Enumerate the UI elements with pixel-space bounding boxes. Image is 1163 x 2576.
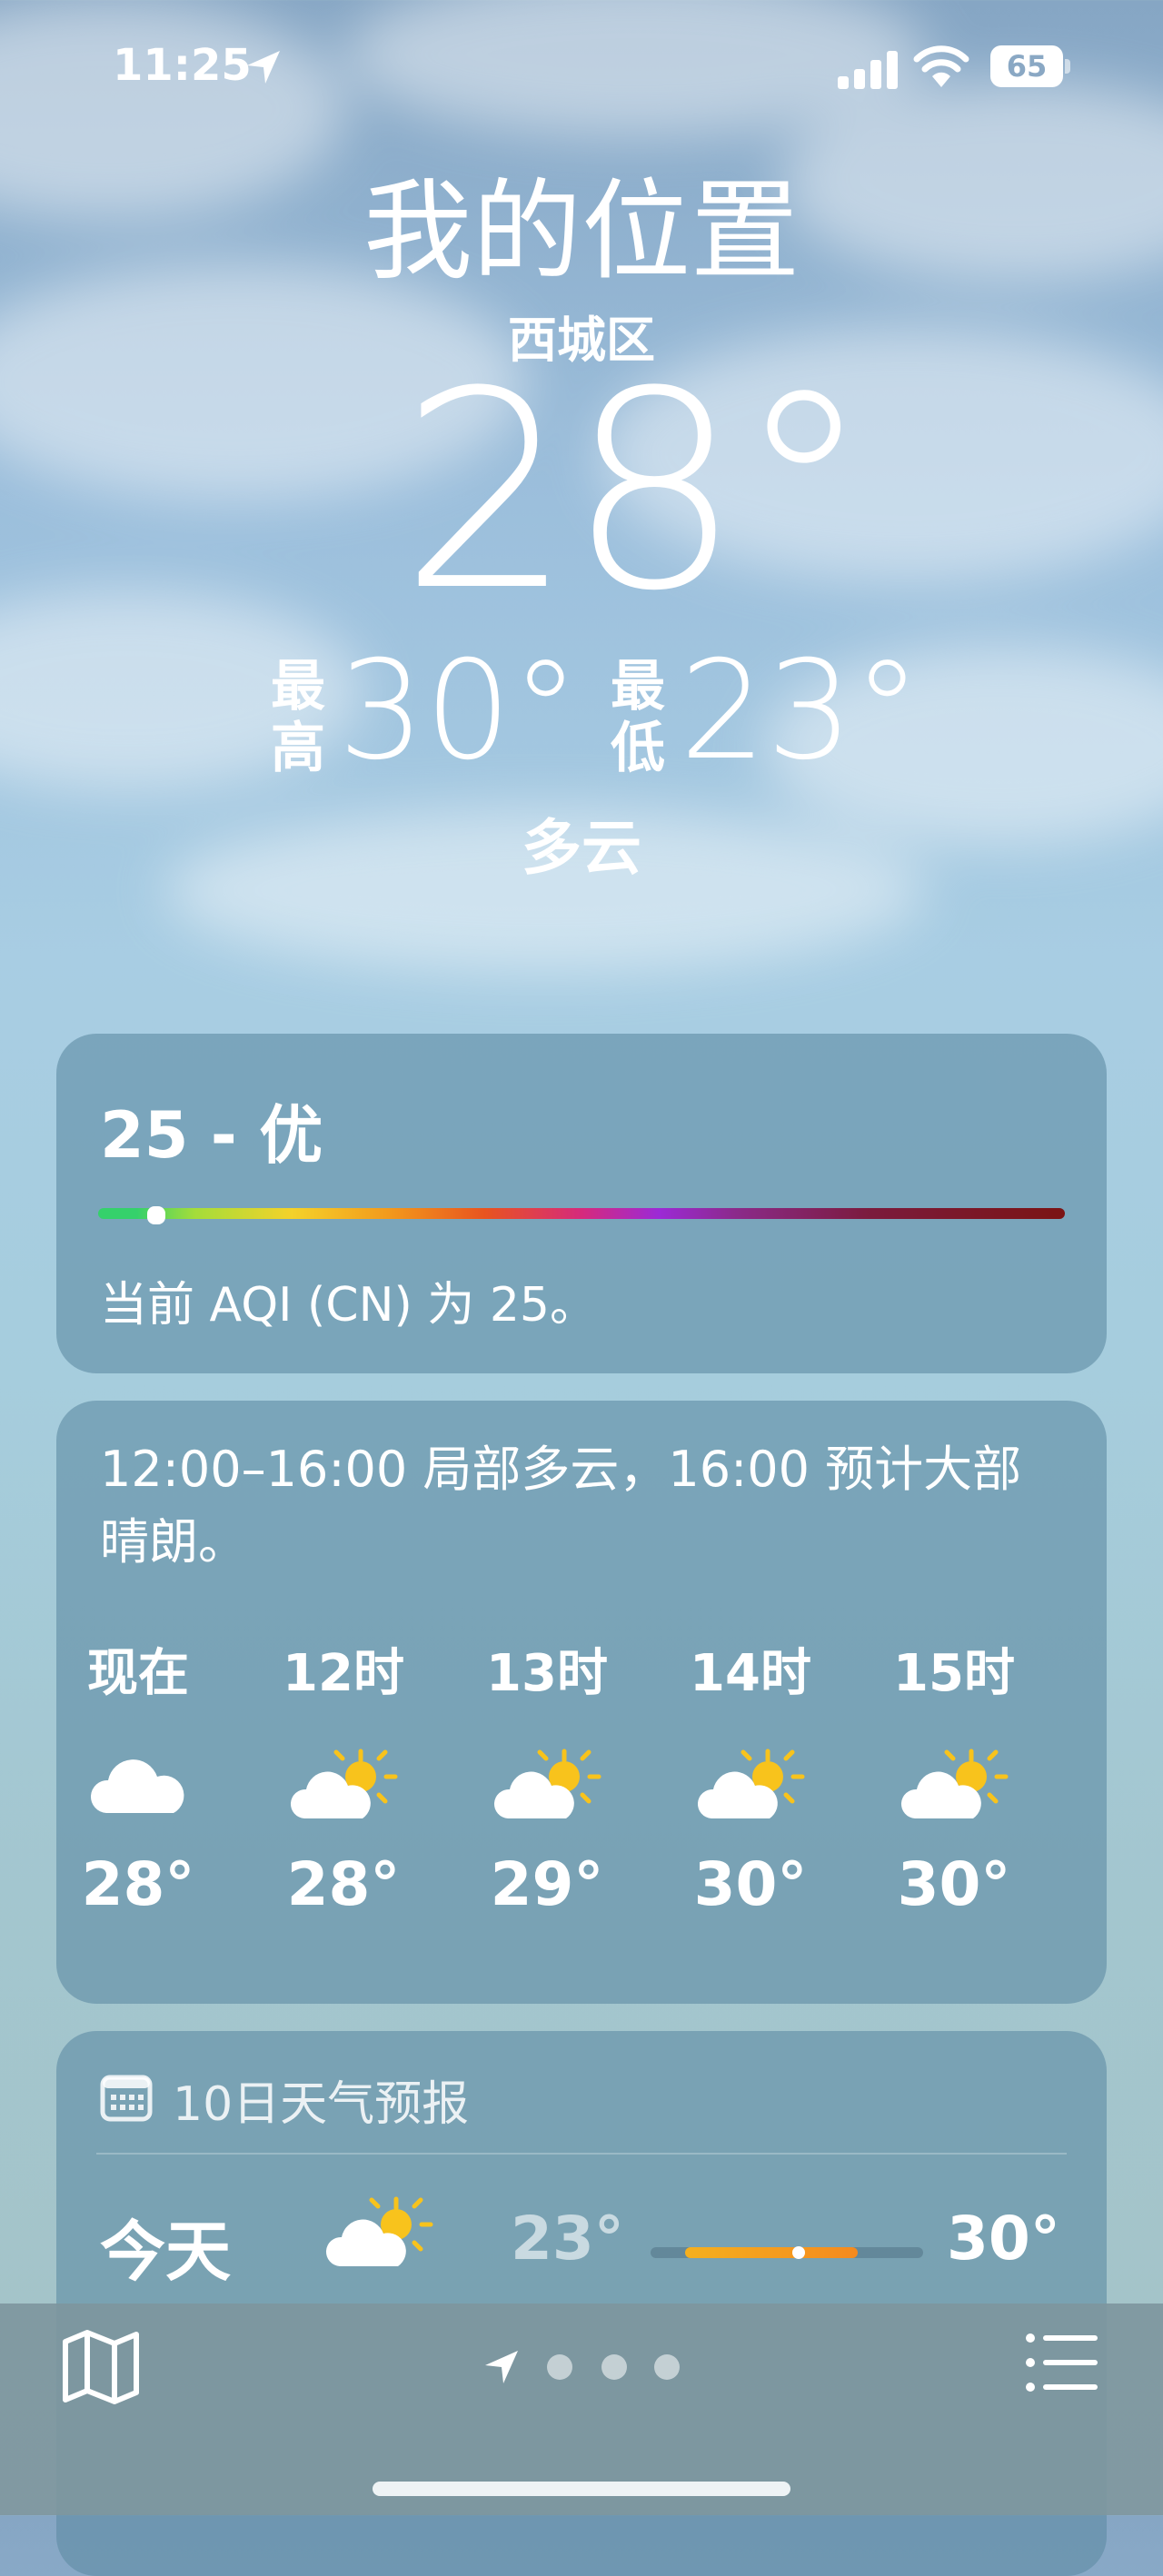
wifi-icon <box>913 45 969 87</box>
page-dot <box>547 2354 572 2380</box>
hour-label: 13时 <box>486 1644 608 1703</box>
hour-item-14[interactable]: 14时 30° <box>678 1642 823 1969</box>
hour-item-now[interactable]: 现在 28° <box>65 1642 211 1969</box>
weather-condition: 多云 <box>522 813 641 883</box>
aqi-card[interactable]: 25 - 优 当前 AQI (CN) 为 25。 <box>56 1034 1107 1373</box>
battery-icon: 65 <box>990 45 1072 87</box>
status-time: 11:25 <box>113 40 252 91</box>
hour-item-15[interactable]: 15时 30° <box>881 1642 1027 1969</box>
aqi-scale-bar <box>98 1208 1065 1219</box>
aqi-description: 当前 AQI (CN) 为 25。 <box>100 1278 597 1333</box>
hourly-summary: 12:00–16:00 局部多云，16:00 预计大部晴朗。 <box>100 1441 1022 1570</box>
page-dot <box>601 2354 627 2380</box>
daily-forecast-title: 10日天气预报 <box>173 2077 470 2132</box>
day-low-temperature: 23° <box>511 2204 624 2274</box>
calendar-icon <box>100 2075 153 2122</box>
current-temperature-marker <box>792 2246 805 2259</box>
location-arrow-icon <box>485 2351 518 2383</box>
location-title: 我的位置 <box>363 169 800 295</box>
page-dot <box>654 2354 680 2380</box>
battery-level: 65 <box>990 45 1063 87</box>
cloud-icon <box>90 1759 184 1813</box>
page-indicator[interactable] <box>472 2340 691 2394</box>
hour-temperature: 28° <box>81 1849 195 1919</box>
location-arrow-icon <box>247 51 280 84</box>
temperature-range-fill <box>685 2247 858 2258</box>
hour-temperature: 30° <box>693 1849 808 1919</box>
hour-label: 15时 <box>893 1644 1015 1703</box>
partly-sunny-icon <box>290 1749 398 1818</box>
high-temperature: 30° <box>338 632 580 790</box>
temperature-range-bar <box>651 2246 923 2259</box>
cellular-signal-icon <box>838 51 898 89</box>
hour-item-12[interactable]: 12时 28° <box>271 1642 416 1969</box>
day-row-today[interactable]: 今天 23° 30° <box>56 2167 1107 2304</box>
low-temperature: 23° <box>680 632 921 790</box>
partly-sunny-icon <box>493 1749 601 1818</box>
hour-temperature: 29° <box>490 1849 604 1919</box>
hour-temperature: 28° <box>286 1849 401 1919</box>
high-low-row: 最高 30° 最低 23° <box>0 643 1163 779</box>
bottom-toolbar <box>0 2304 1163 2515</box>
home-indicator[interactable] <box>373 2482 790 2496</box>
map-icon[interactable] <box>60 2329 142 2405</box>
divider <box>96 2153 1067 2155</box>
partly-sunny-icon <box>697 1749 805 1818</box>
hour-item-13[interactable]: 13时 29° <box>474 1642 620 1969</box>
current-temperature: 28° <box>400 333 872 650</box>
high-label: 最高 <box>271 655 325 780</box>
status-bar: 11:25 65 <box>0 0 1163 136</box>
partly-sunny-icon <box>900 1749 1009 1818</box>
hourly-forecast-card[interactable]: 12:00–16:00 局部多云，16:00 预计大部晴朗。 现在 28° 12… <box>56 1401 1107 2004</box>
hour-label: 14时 <box>690 1644 811 1703</box>
low-label: 最低 <box>611 655 665 780</box>
aqi-value: 25 - 优 <box>100 1098 323 1173</box>
aqi-level-marker <box>147 1206 165 1224</box>
hour-temperature: 30° <box>897 1849 1011 1919</box>
hour-label: 12时 <box>283 1644 404 1703</box>
list-icon[interactable] <box>1025 2331 1099 2394</box>
day-high-temperature: 30° <box>947 2204 1060 2274</box>
day-name: 今天 <box>100 2214 232 2290</box>
hour-label: 现在 <box>87 1644 189 1703</box>
battery-tip <box>1065 59 1070 74</box>
partly-sunny-icon <box>325 2196 433 2266</box>
